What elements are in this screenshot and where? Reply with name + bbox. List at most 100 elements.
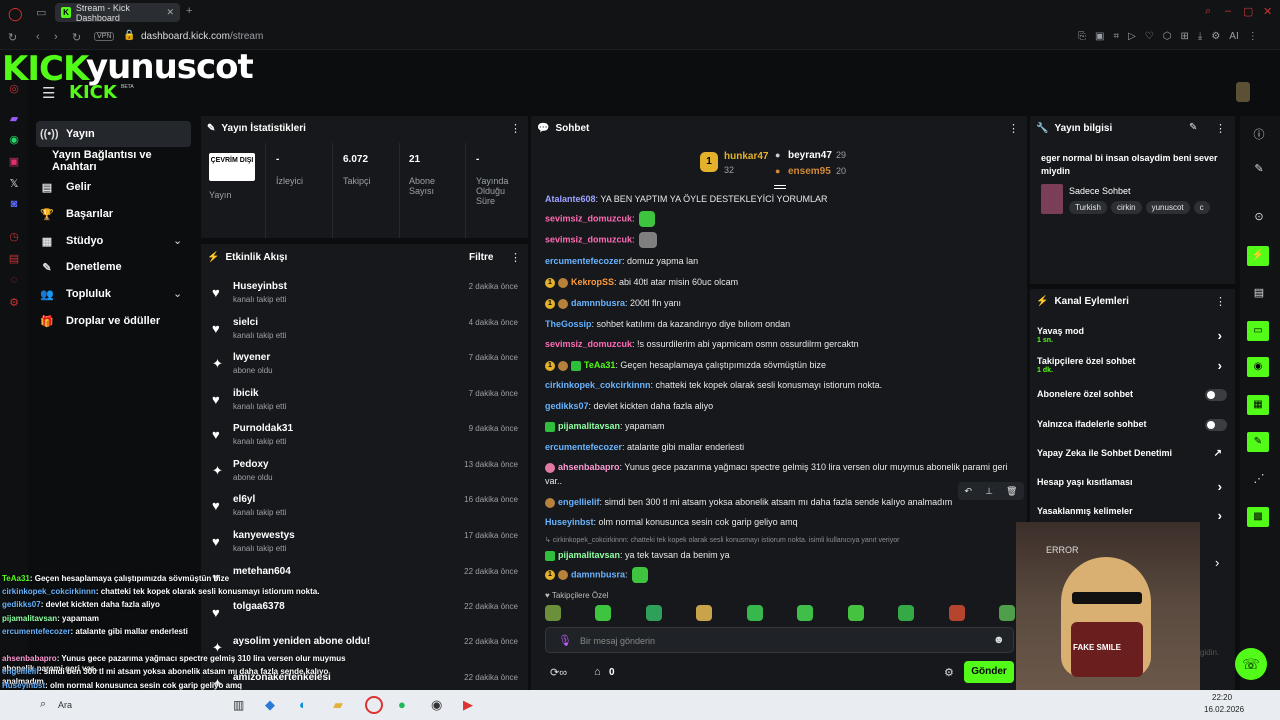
chat-username[interactable]: sevimsiz_domuzcuk <box>545 339 632 349</box>
nav-item-yayin[interactable]: ((•)) Yayın <box>36 121 191 147</box>
hamburger-menu-icon[interactable]: ☰ <box>42 84 55 102</box>
emoji-icon[interactable]: ☻ <box>993 634 1005 646</box>
chat-message[interactable]: ercumentefecozer: domuz yapma lan <box>545 254 1015 268</box>
activity-row[interactable]: ♥ el6yl 16 dakika önce kanalı takip etti <box>212 494 522 530</box>
refresh-icon[interactable]: ↻ <box>72 31 81 44</box>
channel-action-row[interactable]: Yavaş mod 1 sn. › <box>1037 326 1232 348</box>
chat-message[interactable]: Atalante608: YA BEN YAPTIM YA ÖYLE DESTE… <box>545 192 1015 206</box>
emote-icon[interactable] <box>595 605 612 621</box>
opera-logo-icon[interactable]: ◯ <box>8 6 23 22</box>
nav-item-basarilar[interactable]: 🏆 Başarılar <box>36 201 191 227</box>
lightning-tool-icon[interactable]: ⚡ <box>1247 246 1269 266</box>
chat-username[interactable]: cirkinkopek_cokcirkinnn <box>545 380 651 390</box>
chat-tool-icon[interactable]: ▭ <box>1247 321 1269 341</box>
snapshot-icon[interactable]: ⌗ <box>1113 31 1119 42</box>
chat-message[interactable]: ercumentefecozer: atalante gibi mallar e… <box>545 440 1015 454</box>
lock-icon[interactable]: 🔒 <box>123 30 135 41</box>
screenshot-icon[interactable]: ▣ <box>1095 31 1104 42</box>
microphone-icon[interactable]: 🎙 <box>558 634 572 647</box>
reply-icon[interactable]: ↶ <box>965 486 973 497</box>
close-tab-icon[interactable]: ✕ <box>166 7 174 18</box>
tag[interactable]: c <box>1193 201 1210 214</box>
channel-action-row[interactable]: Takipçilere özel sohbet 1 dk. › <box>1037 356 1232 378</box>
activity-row[interactable]: ♥ ibicik 7 dakika önce kanalı takip etti <box>212 388 522 424</box>
spotify-icon[interactable]: ● <box>398 697 406 712</box>
edge-icon[interactable]: ◐ <box>299 697 307 712</box>
chat-username[interactable]: damnnbusra <box>571 298 625 308</box>
chat-message[interactable]: engellielif: simdi ben 300 tl mi atsam y… <box>545 495 1015 509</box>
nav-item-denetleme[interactable]: ✎ Denetleme <box>36 254 191 280</box>
activity-row[interactable]: ♥ Purnoldak31 9 dakika önce kanalı takip et… <box>212 423 522 459</box>
reload-icon[interactable]: ↻ <box>8 31 17 44</box>
nav-item-gelir[interactable]: ▤ Gelir <box>36 174 191 200</box>
chat-username[interactable]: TeAa31 <box>584 360 615 370</box>
more-icon[interactable]: ⋮ <box>1215 295 1226 308</box>
chevron-right-icon[interactable]: › <box>1215 555 1219 570</box>
settings-icon[interactable]: ⚙ <box>7 296 21 310</box>
nav-item-topluluk[interactable]: 👥 Topluluk <box>36 281 191 307</box>
chat-message[interactable]: ↳ cirkinkopek_cokcirkinnn: chatteki tek … <box>545 537 1015 562</box>
more-icon[interactable]: ⋮ <box>1008 122 1019 135</box>
history-icon[interactable]: ◷ <box>7 230 21 244</box>
emote-icon[interactable] <box>545 605 561 621</box>
folder-icon[interactable]: ▰ <box>333 697 343 713</box>
chat-username[interactable]: KekropSS <box>571 277 614 287</box>
download-icon[interactable]: ⤓ <box>1198 31 1202 42</box>
activity-row[interactable]: ♥ Huseyinbst 2 dakika önce kanalı takip ett… <box>212 281 522 317</box>
maximize-icon[interactable]: ▢ <box>1243 5 1253 18</box>
chat-message[interactable]: 1 KekropSS: abi 40tl atar misin 60uc olca… <box>545 275 1015 289</box>
activity-row[interactable]: ✦ Pedoxy 13 dakika önce abone oldu <box>212 459 522 495</box>
back-icon[interactable]: ‹ <box>36 31 40 43</box>
tag[interactable]: yunuscot <box>1145 201 1190 214</box>
opera-taskbar-icon[interactable] <box>365 696 383 714</box>
chat-username[interactable]: TheGossip <box>545 319 592 329</box>
chat-username[interactable]: sevimsiz_domuzcuk <box>545 213 632 223</box>
twitch-icon[interactable]: ▰ <box>7 112 21 126</box>
chat-username[interactable]: Atalante608 <box>545 194 596 204</box>
chat-username[interactable]: ercumentefecozer <box>545 256 622 266</box>
minimize-icon[interactable]: – <box>1225 5 1231 17</box>
heart-icon[interactable]: ♡ <box>1145 31 1154 42</box>
forward-icon[interactable]: › <box>54 31 58 43</box>
tab-list-icon[interactable]: ▭ <box>36 6 46 19</box>
menu-dots-icon[interactable]: ⋮ <box>1248 31 1258 42</box>
more-icon[interactable]: ⋮ <box>510 251 521 264</box>
chat-username[interactable]: sevimsiz_domuzcuk <box>545 234 632 244</box>
chat-message[interactable]: Huseyinbst: olm normal konusunca sesin c… <box>545 515 1015 529</box>
chat-message[interactable]: sevimsiz_domuzcuk: <box>545 211 1015 227</box>
more-icon[interactable]: ⋮ <box>1215 122 1226 135</box>
share-icon[interactable]: ⋰ <box>1249 472 1269 492</box>
aria-ai-label[interactable]: AI <box>1229 31 1238 42</box>
camera-icon[interactable]: ⊙ <box>1249 210 1269 230</box>
emote-icon[interactable] <box>847 605 864 621</box>
activity-row[interactable]: ✦ lwyener 7 dakika önce abone oldu <box>212 352 522 388</box>
chat-username[interactable]: ahsenbabapro <box>558 462 620 472</box>
chat-username[interactable]: pijamalitavsan <box>558 550 620 560</box>
browser-tab[interactable]: K Stream - Kick Dashboard ✕ <box>55 3 180 23</box>
player-icon[interactable]: ▷ <box>1128 31 1136 42</box>
chat-message[interactable]: gedikks07: devlet kickten daha fazla ali… <box>545 399 1015 413</box>
emote-icon[interactable] <box>998 605 1015 621</box>
close-window-icon[interactable]: ✕ <box>1263 5 1272 18</box>
chat-message[interactable]: 1 damnnbusra: 200tl fln yanı <box>545 296 1015 310</box>
taskbar-search-icon[interactable]: ⌕ <box>40 698 46 711</box>
chat-username[interactable]: ercumentefecozer <box>545 442 622 452</box>
chat-message[interactable]: ahsenbabapro: Yunus gece pazarıma yağmac… <box>545 460 1015 488</box>
url-field[interactable]: dashboard.kick.com/stream <box>141 31 263 42</box>
pinboard-icon[interactable]: ◌ <box>7 274 21 288</box>
filter-button[interactable]: Filtre <box>469 252 493 263</box>
points-icon[interactable]: ⟳∞ <box>550 666 567 679</box>
toggle-switch[interactable] <box>1205 419 1227 431</box>
leader-name[interactable]: beyran47 <box>788 150 832 161</box>
chat-username[interactable]: gedikks07 <box>545 401 589 411</box>
chat-username[interactable]: Huseyinbst <box>545 517 594 527</box>
chat-message[interactable]: sevimsiz_domuzcuk: <box>545 232 1015 248</box>
whatsapp-icon[interactable]: ◉ <box>7 133 21 147</box>
chat-username[interactable]: engellielif <box>558 497 600 507</box>
nav-item-studyo[interactable]: ▦ Stüdyo <box>36 228 191 254</box>
send-button[interactable]: Gönder <box>964 661 1014 683</box>
chat-message[interactable]: cirkinkopek_cokcirkinnn: chatteki tek ko… <box>545 378 1015 392</box>
task-view-icon[interactable]: ▥ <box>233 698 244 712</box>
tag[interactable]: cirkin <box>1110 201 1142 214</box>
emote-icon[interactable] <box>645 605 662 621</box>
